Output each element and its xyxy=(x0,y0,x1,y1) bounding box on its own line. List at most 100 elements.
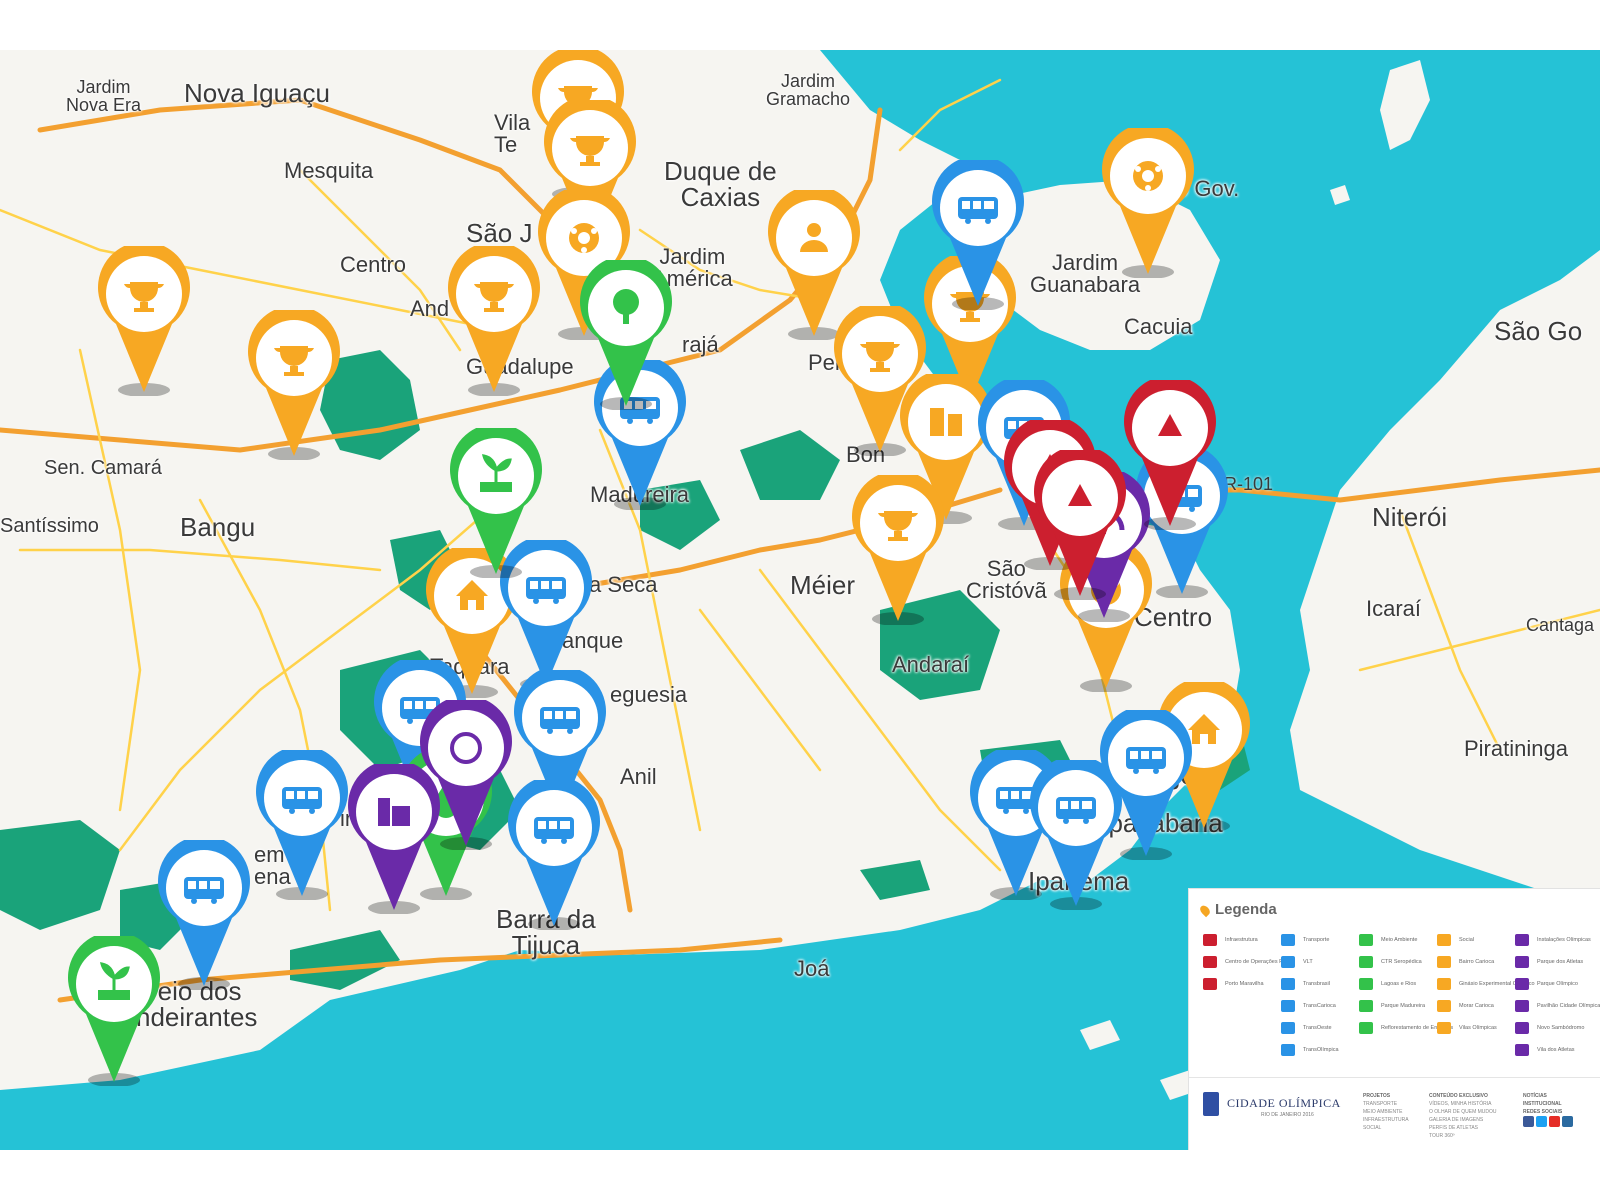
legend-swatch-icon xyxy=(1437,978,1451,990)
legend-item-label: VLT xyxy=(1303,958,1313,965)
map-marker-social[interactable] xyxy=(1100,128,1196,278)
legend-item-label: Infraestrutura xyxy=(1225,936,1258,943)
legend-item-label: Parque Olímpico xyxy=(1537,980,1578,987)
legend-item-label: Porto Maravilha xyxy=(1225,980,1264,987)
legend-swatch-icon xyxy=(1203,956,1217,968)
legend-swatch-icon xyxy=(1281,1000,1295,1012)
map-marker-environment[interactable] xyxy=(66,936,162,1086)
legend-item-label: Parque Madureira xyxy=(1381,1002,1426,1009)
legend-swatch-icon xyxy=(1203,978,1217,990)
footer-link[interactable]: MEIO AMBIENTE xyxy=(1363,1108,1409,1116)
legend-item-label: TransCarioca xyxy=(1303,1002,1336,1009)
legend-column: Instalações Olímpicas Parque dos Atletas P… xyxy=(1515,929,1600,1061)
youtube-icon[interactable] xyxy=(1549,1116,1560,1127)
legend-item-label: Transporte xyxy=(1303,936,1330,943)
footer-link[interactable]: PERFIS DE ATLETAS xyxy=(1429,1124,1497,1132)
legend-swatch-icon xyxy=(1281,1022,1295,1034)
map-marker-social[interactable] xyxy=(446,246,542,396)
legend-swatch-icon xyxy=(1515,1022,1529,1034)
footer-projects-col: PROJETOS TRANSPORTE MEIO AMBIENTE INFRAE… xyxy=(1363,1092,1409,1132)
map-marker-infrastructure[interactable] xyxy=(1122,380,1218,530)
legend-title-text: Legenda xyxy=(1215,901,1277,918)
legend-item-label: CTR Seropédica xyxy=(1381,958,1422,965)
legend-swatch-icon xyxy=(1437,1022,1451,1034)
legend-item[interactable]: Porto Maravilha xyxy=(1203,973,1287,995)
footer-projects-head[interactable]: PROJETOS xyxy=(1363,1092,1409,1100)
legend-item[interactable]: Infraestrutura xyxy=(1203,929,1287,951)
footer-link[interactable]: INFRAESTRUTURA xyxy=(1363,1116,1409,1124)
footer-exclusive-col: CONTEÚDO EXCLUSIVO VÍDEOS, MINHA HISTÓRI… xyxy=(1429,1092,1497,1140)
footer-link[interactable]: GALERIA DE IMAGENS xyxy=(1429,1116,1497,1124)
instagram-icon[interactable] xyxy=(1562,1116,1573,1127)
map-marker-environment[interactable] xyxy=(448,428,544,578)
brand-name[interactable]: CIDADE OLÍMPICA xyxy=(1227,1096,1341,1111)
soccer-ball-icon xyxy=(569,223,599,253)
legend-swatch-icon xyxy=(1515,934,1529,946)
brand-subtitle: RIO DE JANEIRO 2016 xyxy=(1261,1112,1314,1118)
footer-exclusive-head[interactable]: CONTEÚDO EXCLUSIVO xyxy=(1429,1092,1497,1100)
legend-item-label: Meio Ambiente xyxy=(1381,936,1418,943)
legend-item[interactable]: Centro de Operações Rio xyxy=(1203,951,1287,973)
map-marker-olympic[interactable] xyxy=(418,700,514,850)
rio-logo-icon xyxy=(1203,1092,1219,1116)
legend-item[interactable]: TransOeste xyxy=(1281,1017,1339,1039)
footer-link[interactable]: O OLHAR DE QUEM MUDOU xyxy=(1429,1108,1497,1116)
legend-swatch-icon xyxy=(1359,956,1373,968)
legend-item[interactable]: Vila dos Atletas xyxy=(1515,1039,1600,1061)
map-marker-social[interactable] xyxy=(246,310,342,460)
legend-swatch-icon xyxy=(1515,1044,1529,1056)
legend-item-label: TransOeste xyxy=(1303,1024,1332,1031)
map-marker-infrastructure[interactable] xyxy=(1032,450,1128,600)
legend-item[interactable]: Transporte xyxy=(1281,929,1339,951)
legend-item[interactable]: Novo Sambódromo xyxy=(1515,1017,1600,1039)
footer-institutional-link[interactable]: INSTITUCIONAL xyxy=(1523,1100,1575,1108)
legend-swatch-icon xyxy=(1515,956,1529,968)
map-marker-transport[interactable] xyxy=(254,750,350,900)
footer-link[interactable]: TOUR 360º xyxy=(1429,1132,1497,1140)
legend-item-label: Novo Sambódromo xyxy=(1537,1024,1585,1031)
footer-news-link[interactable]: NOTÍCIAS xyxy=(1523,1092,1575,1100)
map-marker-social[interactable] xyxy=(96,246,192,396)
legend-swatch-icon xyxy=(1281,956,1295,968)
legend-swatch-icon xyxy=(1359,934,1373,946)
legend-item[interactable]: TransCarioca xyxy=(1281,995,1339,1017)
footer-link[interactable]: VÍDEOS, MINHA HISTÓRIA xyxy=(1429,1100,1497,1108)
map-marker-transport[interactable] xyxy=(156,840,252,990)
map-marker-transport[interactable] xyxy=(930,160,1026,310)
legend-pin-icon xyxy=(1198,903,1212,917)
legend-item-label: Centro de Operações Rio xyxy=(1225,958,1288,965)
legend-swatch-icon xyxy=(1359,978,1373,990)
legend-swatch-icon xyxy=(1281,1044,1295,1056)
legend-item[interactable]: VLT xyxy=(1281,951,1339,973)
legend-item-label: Bairro Carioca xyxy=(1459,958,1495,965)
soccer-ball-icon xyxy=(1133,161,1163,191)
legend-swatch-icon xyxy=(1281,978,1295,990)
map-marker-social[interactable] xyxy=(850,475,946,625)
twitter-icon[interactable] xyxy=(1536,1116,1547,1127)
legend-item-label: Pavilhão Cidade Olímpica xyxy=(1537,1002,1600,1009)
legend-item[interactable]: Instalações Olímpicas xyxy=(1515,929,1600,951)
footer-link[interactable]: SOCIAL xyxy=(1363,1124,1409,1132)
map-marker-environment[interactable] xyxy=(578,260,674,410)
legend-item[interactable]: Parque Olímpico xyxy=(1515,973,1600,995)
legend-item-label: Parque dos Atletas xyxy=(1537,958,1584,965)
legend-item-label: Instalações Olímpicas xyxy=(1537,936,1591,943)
social-icons xyxy=(1523,1116,1575,1130)
legend-footer: CIDADE OLÍMPICA RIO DE JANEIRO 2016 PROJ… xyxy=(1189,1077,1600,1150)
legend-swatch-icon xyxy=(1203,934,1217,946)
map-frame[interactable]: Jardim Nova Era Nova Iguaçu Mesquita Vil… xyxy=(0,50,1600,1150)
legend-item-label: Vila dos Atletas xyxy=(1537,1046,1575,1053)
legend-item[interactable]: Pavilhão Cidade Olímpica xyxy=(1515,995,1600,1017)
legend-column: Transporte VLT Transbrasil TransCarioca Tran… xyxy=(1281,929,1339,1061)
map-marker-transport[interactable] xyxy=(506,780,602,930)
facebook-icon[interactable] xyxy=(1523,1116,1534,1127)
legend-swatch-icon xyxy=(1437,1000,1451,1012)
legend-item-label: Social xyxy=(1459,936,1474,943)
footer-link[interactable]: TRANSPORTE xyxy=(1363,1100,1409,1108)
legend-item[interactable]: TransOlímpica xyxy=(1281,1039,1339,1061)
map-marker-transport[interactable] xyxy=(1098,710,1194,860)
legend-swatch-icon xyxy=(1359,1022,1373,1034)
legend-swatch-icon xyxy=(1281,934,1295,946)
legend-item[interactable]: Transbrasil xyxy=(1281,973,1339,995)
legend-item[interactable]: Parque dos Atletas xyxy=(1515,951,1600,973)
